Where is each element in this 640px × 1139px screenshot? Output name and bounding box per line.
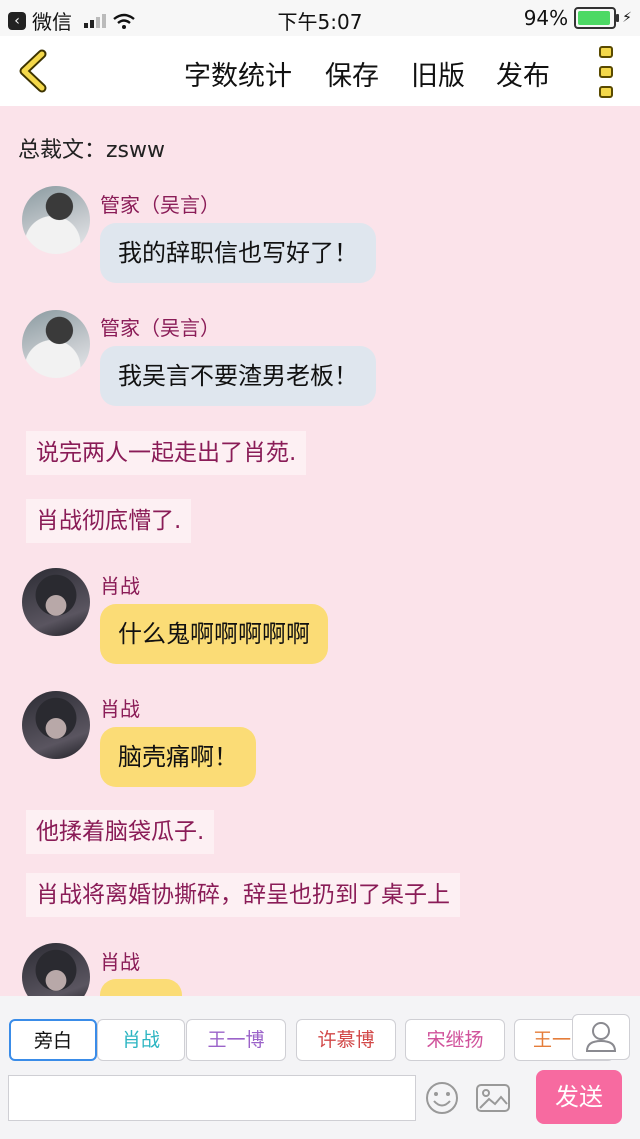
speaker-name: 肖战 bbox=[100, 697, 140, 721]
avatar[interactable] bbox=[22, 568, 90, 636]
role-selector: 旁白 肖战 王一博 许慕博 宋继扬 王一 bbox=[0, 996, 640, 1066]
narration-text[interactable]: 肖战彻底懵了. bbox=[26, 499, 192, 543]
role-tab[interactable]: 宋继扬 bbox=[405, 1019, 505, 1061]
speaker-name: 管家（吴言） bbox=[100, 193, 220, 217]
role-tab[interactable]: 许慕博 bbox=[296, 1019, 396, 1061]
avatar[interactable] bbox=[22, 943, 90, 996]
word-count-button[interactable]: 字数统计 bbox=[184, 54, 292, 93]
image-icon[interactable] bbox=[474, 1080, 512, 1116]
user-icon[interactable] bbox=[572, 1014, 630, 1060]
message-bubble[interactable]: 脑壳痛啊！ bbox=[100, 727, 256, 787]
message-bubble[interactable] bbox=[100, 979, 182, 996]
role-tab-narrator[interactable]: 旁白 bbox=[9, 1019, 97, 1061]
speaker-name: 管家（吴言） bbox=[100, 316, 220, 340]
speaker-name: 肖战 bbox=[100, 574, 140, 598]
narration-text[interactable]: 说完两人一起走出了肖苑. bbox=[26, 431, 307, 475]
message-bubble[interactable]: 我吴言不要渣男老板！ bbox=[100, 346, 376, 406]
avatar[interactable] bbox=[22, 310, 90, 378]
speaker-name: 肖战 bbox=[100, 950, 140, 974]
battery-icon bbox=[574, 7, 620, 29]
back-icon[interactable] bbox=[12, 48, 56, 94]
narration-text[interactable]: 他揉着脑袋瓜子. bbox=[26, 810, 215, 854]
message-bubble[interactable]: 什么鬼啊啊啊啊啊 bbox=[100, 604, 328, 664]
message-input[interactable] bbox=[8, 1075, 416, 1121]
role-tab[interactable]: 肖战 bbox=[97, 1019, 185, 1061]
status-right: 94% ⚡ bbox=[524, 6, 632, 30]
charging-icon: ⚡ bbox=[622, 10, 632, 26]
emoji-icon[interactable] bbox=[424, 1080, 460, 1116]
narration-text[interactable]: 肖战将离婚协撕碎，辞呈也扔到了桌子上 bbox=[26, 873, 460, 917]
avatar[interactable] bbox=[22, 691, 90, 759]
story-title: 总裁文：zsww bbox=[18, 138, 165, 163]
publish-button[interactable]: 发布 bbox=[496, 54, 550, 93]
status-bar: ‹ 微信 下午5:07 94% ⚡ bbox=[0, 0, 640, 36]
chat-area[interactable]: 总裁文：zsww 管家（吴言） 我的辞职信也写好了！ 管家（吴言） 我吴言不要渣… bbox=[0, 106, 640, 996]
save-button[interactable]: 保存 bbox=[325, 54, 379, 93]
nav-bar: 字数统计 保存 旧版 发布 bbox=[0, 36, 640, 106]
battery-percent: 94% bbox=[523, 6, 569, 30]
message-bubble[interactable]: 我的辞职信也写好了！ bbox=[100, 223, 376, 283]
avatar[interactable] bbox=[22, 186, 90, 254]
old-version-button[interactable]: 旧版 bbox=[411, 54, 465, 93]
input-bar: 发送 bbox=[0, 1066, 640, 1139]
send-button[interactable]: 发送 bbox=[536, 1070, 622, 1124]
role-tab[interactable]: 王一博 bbox=[186, 1019, 286, 1061]
more-menu-icon[interactable] bbox=[590, 46, 622, 98]
